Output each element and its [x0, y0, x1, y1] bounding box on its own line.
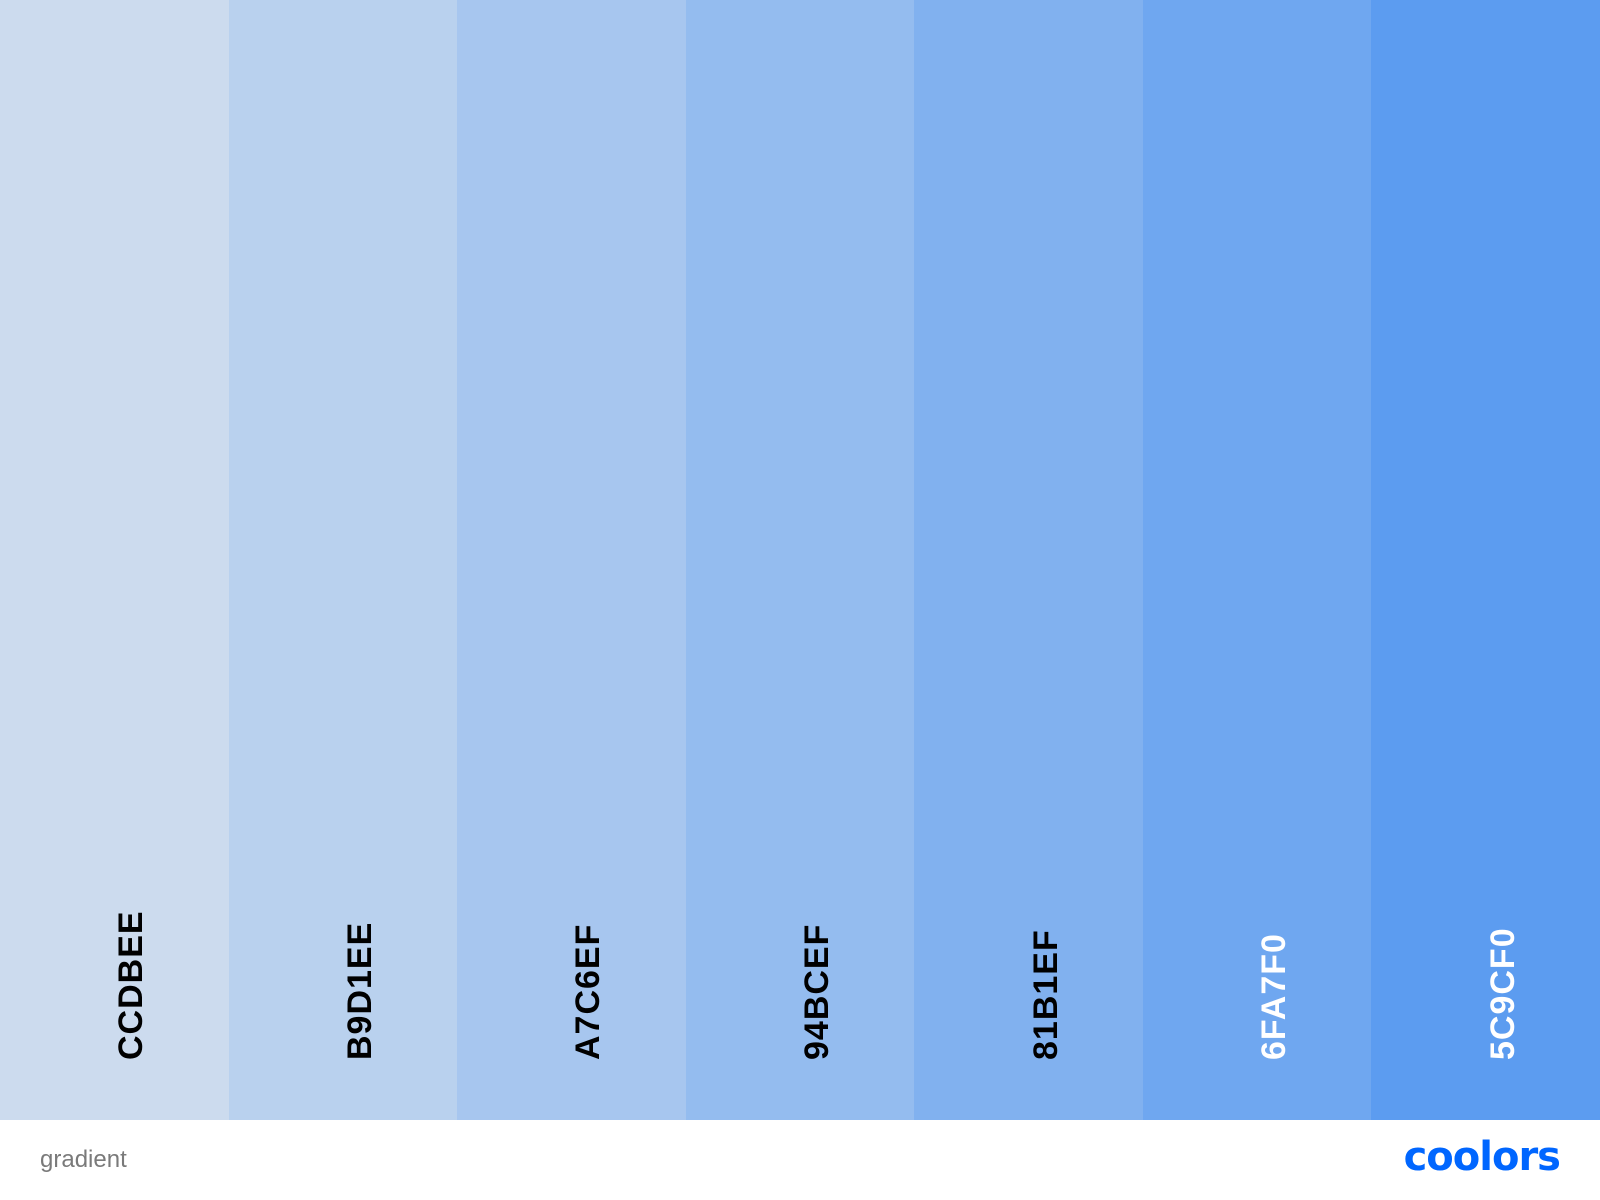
- color-swatch-4[interactable]: 94BCEF: [685, 0, 915, 1120]
- swatch-hex-label[interactable]: 5C9CF0: [1484, 927, 1522, 1060]
- color-swatch-6[interactable]: 6FA7F0: [1142, 0, 1372, 1120]
- swatch-hex-label[interactable]: 94BCEF: [798, 924, 836, 1060]
- swatch-hex-label[interactable]: 6FA7F0: [1255, 933, 1293, 1060]
- color-swatch-2[interactable]: B9D1EE: [228, 0, 458, 1120]
- color-palette: CCDBEE B9D1EE A7C6EF 94BCEF 81B1EF 6FA7F…: [0, 0, 1600, 1120]
- color-swatch-1[interactable]: CCDBEE: [0, 0, 229, 1120]
- palette-footer: gradient coolors: [0, 1120, 1600, 1200]
- swatch-hex-label[interactable]: B9D1EE: [341, 922, 379, 1060]
- swatch-hex-label[interactable]: 81B1EF: [1027, 929, 1065, 1060]
- color-swatch-3[interactable]: A7C6EF: [457, 0, 686, 1120]
- swatch-hex-label[interactable]: A7C6EF: [569, 924, 607, 1060]
- swatch-hex-label[interactable]: CCDBEE: [112, 910, 150, 1060]
- coolors-logo[interactable]: coolors: [1404, 1134, 1561, 1180]
- color-swatch-7[interactable]: 5C9CF0: [1371, 0, 1600, 1120]
- color-swatch-5[interactable]: 81B1EF: [914, 0, 1143, 1120]
- palette-name: gradient: [40, 1146, 127, 1173]
